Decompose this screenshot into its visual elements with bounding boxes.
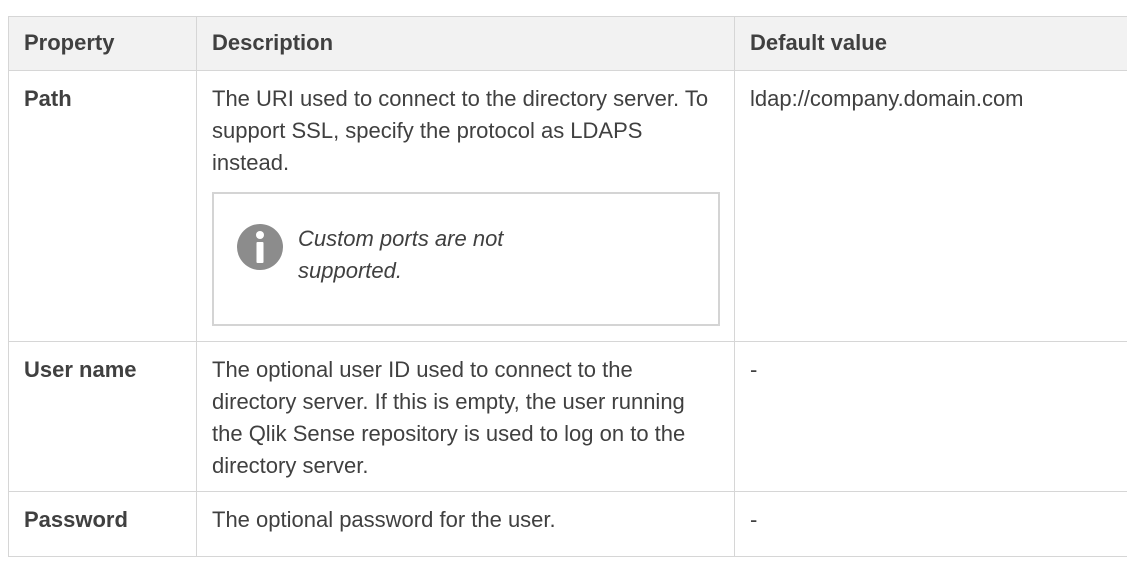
property-name: Path (8, 70, 197, 342)
default-value: - (734, 341, 1127, 492)
table-row: User name The optional user ID used to c… (8, 341, 1127, 492)
table-row: Path The URI used to connect to the dire… (8, 70, 1127, 342)
property-name: User name (8, 341, 197, 492)
column-header-default-value: Default value (734, 16, 1127, 71)
properties-table: Property Description Default value Path … (8, 16, 1127, 557)
property-description: The optional password for the user. (196, 491, 735, 557)
note-box: Custom ports are not supported. (212, 192, 720, 326)
property-description: The optional user ID used to connect to … (196, 341, 735, 492)
default-value: - (734, 491, 1127, 557)
default-value: ldap://company.domain.com (734, 70, 1127, 342)
note-text: Custom ports are not supported. (298, 226, 504, 283)
column-header-description: Description (196, 16, 735, 71)
property-name: Password (8, 491, 197, 557)
info-icon (236, 223, 284, 271)
properties-table-container: Property Description Default value Path … (8, 16, 1127, 557)
table-header-row: Property Description Default value (8, 16, 1127, 71)
property-description: The URI used to connect to the directory… (212, 86, 709, 175)
table-row: Password The optional password for the u… (8, 491, 1127, 557)
property-description-cell: The URI used to connect to the directory… (196, 70, 735, 342)
column-header-property: Property (8, 16, 197, 71)
